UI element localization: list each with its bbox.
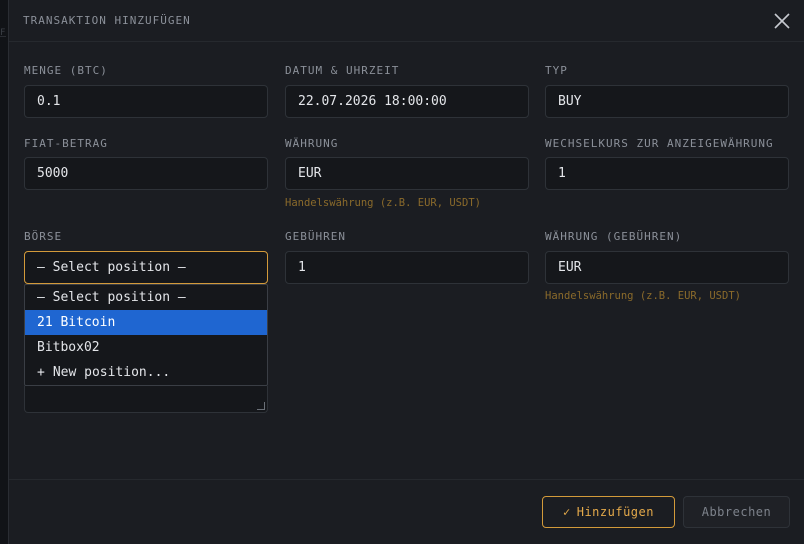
waehrung-hint: Handelswährung (z.B. EUR, USDT) bbox=[285, 197, 481, 209]
fiat-label: FIAT-BETRAG bbox=[24, 137, 108, 150]
menge-input[interactable]: 0.1 bbox=[24, 85, 268, 118]
fee-currency-label: WÄHRUNG (GEBÜHREN) bbox=[545, 230, 683, 243]
gebuehren-label: GEBÜHREN bbox=[285, 230, 346, 243]
boerse-select[interactable]: — Select position — bbox=[24, 251, 268, 284]
waehrung-label: WÄHRUNG bbox=[285, 137, 339, 150]
fiat-input[interactable]: 5000 bbox=[24, 157, 268, 190]
boerse-dropdown: — Select position — 21 Bitcoin Bitbox02 … bbox=[24, 284, 268, 386]
new-position-label: New position... bbox=[52, 365, 171, 380]
menge-label: MENGE (BTC) bbox=[24, 64, 108, 77]
gebuehren-input[interactable]: 1 bbox=[285, 251, 529, 284]
resize-handle-icon[interactable] bbox=[257, 402, 265, 410]
kurs-label: WECHSELKURS ZUR ANZEIGEWÄHRUNG bbox=[545, 137, 774, 150]
backdrop-fragment: F bbox=[0, 28, 6, 38]
boerse-label: BÖRSE bbox=[24, 230, 63, 243]
add-transaction-modal: TRANSAKTION HINZUFÜGEN MENGE (BTC) 0.1 D… bbox=[8, 0, 804, 544]
dropdown-option-21-bitcoin[interactable]: 21 Bitcoin bbox=[25, 310, 267, 335]
check-icon: ✓ bbox=[563, 505, 571, 519]
waehrung-input[interactable]: EUR bbox=[285, 157, 529, 190]
header-divider bbox=[9, 41, 804, 42]
dropdown-option-new-position[interactable]: + New position... bbox=[25, 360, 267, 385]
datum-label: DATUM & UHRZEIT bbox=[285, 64, 400, 77]
fee-currency-input[interactable]: EUR bbox=[545, 251, 789, 284]
close-icon[interactable] bbox=[773, 12, 791, 30]
plus-icon: + bbox=[37, 365, 45, 380]
cancel-button[interactable]: Abbrechen bbox=[683, 496, 790, 528]
dropdown-option-placeholder[interactable]: — Select position — bbox=[25, 285, 267, 310]
typ-select[interactable]: BUY bbox=[545, 85, 789, 118]
add-button[interactable]: ✓ Hinzufügen bbox=[542, 496, 675, 528]
modal-title: TRANSAKTION HINZUFÜGEN bbox=[23, 14, 191, 27]
dropdown-option-bitbox02[interactable]: Bitbox02 bbox=[25, 335, 267, 360]
footer-divider bbox=[9, 479, 804, 480]
add-button-label: Hinzufügen bbox=[576, 505, 654, 519]
backdrop-divider bbox=[0, 36, 6, 37]
fee-currency-hint: Handelswährung (z.B. EUR, USDT) bbox=[545, 290, 741, 302]
kurs-input[interactable]: 1 bbox=[545, 157, 789, 190]
notes-textarea[interactable] bbox=[24, 386, 268, 413]
datum-input[interactable]: 22.07.2026 18:00:00 bbox=[285, 85, 529, 118]
typ-label: TYP bbox=[545, 64, 568, 77]
